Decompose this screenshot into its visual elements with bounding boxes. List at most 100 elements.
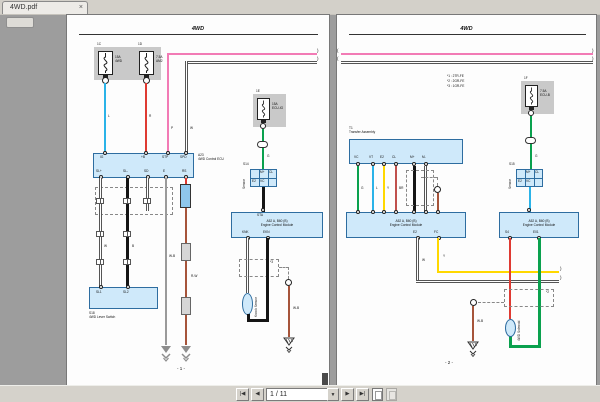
pin-icon (103, 151, 107, 155)
wire-brown-ground (288, 286, 290, 337)
ecm-pin-label: S4 (505, 231, 509, 235)
switch-pin-label: SL1 (96, 291, 102, 295)
wire-yellow (383, 166, 385, 212)
fuse-b-icon (139, 51, 154, 75)
wire-code: Y (443, 255, 445, 259)
first-page-button[interactable]: |◀ (236, 388, 249, 401)
page-number-value: 1 / 11 (270, 391, 287, 398)
tab-title: 4WD.pdf (10, 4, 37, 11)
ground-icon (179, 345, 193, 368)
grid-cell-label: CL (535, 171, 539, 175)
harness-dashed-box (95, 187, 173, 215)
ecu-pin-label: SL- (123, 170, 128, 174)
wire-white-horizontal (341, 61, 593, 64)
wire-code: W (422, 259, 425, 263)
wire-black-return (266, 238, 269, 322)
wire-green (262, 129, 264, 169)
continuation-mark: ) (560, 267, 562, 272)
ecm-pin-label: STA (257, 214, 263, 218)
inline-connector-icon (96, 231, 104, 237)
wire-code: W-B (169, 255, 175, 259)
fuse-c-label: 15A ECU-IG (272, 103, 283, 110)
wire-brown-ground (185, 208, 187, 345)
continuation-mark: ) (317, 49, 319, 54)
connector-icon (434, 186, 441, 193)
wire-pink-vertical (167, 53, 169, 153)
inline-connector-icon (181, 243, 191, 261)
switch-pin-label: SL2 (123, 291, 129, 295)
wire-blue (372, 166, 374, 212)
link-dashed (421, 177, 437, 178)
grid-cell-label: CL (269, 171, 273, 175)
transfer-label: T1 Transfer Assembly (349, 127, 375, 134)
continuation-mark: ) (317, 57, 319, 62)
link-dashed (437, 177, 438, 186)
ground-icon (466, 341, 480, 364)
sensor-label: Sensor (509, 167, 513, 189)
ecu-pin-label: IG (100, 156, 103, 160)
wire-ig-blue (104, 83, 106, 153)
pin-icon (412, 210, 416, 214)
grid-cell-label: M+ (526, 171, 531, 175)
pin-icon (356, 210, 360, 214)
wire-code: R-W (191, 275, 197, 279)
wire-batt-red (145, 83, 147, 153)
close-icon[interactable]: × (79, 4, 83, 11)
wire-white-horizontal (185, 61, 317, 64)
previous-page-button[interactable]: ◀ (251, 388, 264, 401)
wire-black-return (247, 314, 250, 321)
wire-green-solenoid (509, 336, 512, 346)
pdf-viewer-window: 4WD.pdf × 4WD 1C 15A 4WD 1D 7.5A AM2 L R… (0, 0, 600, 402)
grid-cell-label: VC (526, 180, 530, 184)
inline-connector-icon (525, 137, 536, 144)
ecu-pin-label: SPD (180, 156, 187, 160)
wire-code: W-B (477, 320, 483, 324)
connector-icon (470, 299, 477, 306)
link-dashed (288, 267, 289, 279)
page-dropdown-button[interactable]: ▼ (327, 388, 339, 401)
fuse-d-icon (525, 85, 538, 107)
ground-icon (159, 345, 173, 368)
inline-connector-icon (123, 198, 131, 204)
sidebar-toggle-button[interactable] (6, 17, 34, 28)
transfer-box (349, 139, 463, 164)
fuse-d-label: 7.5A ECU-B (540, 90, 550, 97)
chevron-down-icon: ▼ (331, 392, 336, 398)
page-number-input[interactable]: 1 / 11 (266, 388, 328, 401)
fuse-a-label: 15A 4WD (115, 56, 122, 63)
wire-code: P (171, 127, 173, 131)
4wd-ecu-label: A23 4WD Control ECU (198, 154, 224, 161)
wire-green (357, 166, 359, 212)
ecm-right-label: A52 A, B60 (B) Engine Control Module (499, 220, 579, 227)
wire-code: G (535, 155, 537, 159)
wire-code: L (108, 115, 110, 119)
last-page-button[interactable]: ▶| (356, 388, 369, 401)
pin-icon (382, 210, 386, 214)
ecm-pin-label: E2 (413, 231, 417, 235)
page2-title: 4WD (337, 26, 596, 32)
knock-sensor (242, 293, 253, 315)
page1-title: 4WD (67, 26, 329, 32)
grid-cell-label: E2 (518, 180, 522, 184)
transfer-pin-label: M+ (410, 156, 415, 160)
ecm-pin-label: KNK (242, 231, 249, 235)
single-page-view-icon[interactable] (372, 388, 383, 401)
next-page-button[interactable]: ▶ (341, 388, 354, 401)
ecm-pin-label: E01 (533, 231, 539, 235)
wire-code: W (190, 127, 193, 131)
link-dashed (478, 302, 504, 303)
inline-connector-icon (96, 198, 104, 204)
two-page-view-icon[interactable] (386, 388, 397, 401)
tab-4wd-pdf[interactable]: 4WD.pdf × (2, 1, 88, 14)
ecm-pin-label: EKN (263, 231, 270, 235)
wire-pink-horizontal (167, 53, 317, 55)
wire-white-vertical (185, 61, 188, 153)
solenoid-label: 4WD Solenoid (518, 315, 522, 341)
ecu-pin-label: +B (141, 156, 145, 160)
shield-dashed-box (406, 170, 434, 206)
grid-cell-label: M+ (260, 171, 265, 175)
wire-brown-ground (472, 306, 474, 341)
continuation-mark: ) (592, 49, 594, 54)
resistor (180, 184, 191, 208)
inline-connector-icon (143, 198, 151, 204)
